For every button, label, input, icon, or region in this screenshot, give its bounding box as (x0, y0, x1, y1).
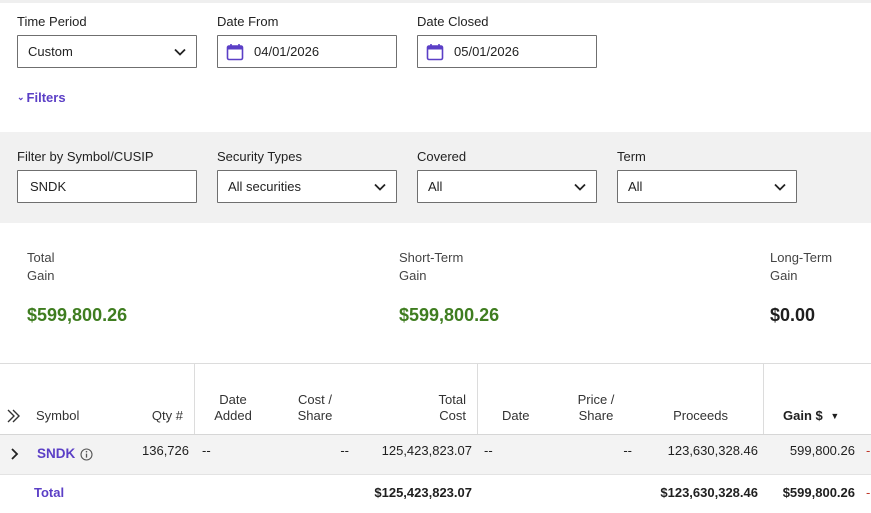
header-date[interactable]: Date (502, 408, 529, 424)
date-from-value: 04/01/2026 (254, 44, 320, 59)
chevron-down-icon (374, 183, 386, 191)
time-period-value: Custom (28, 44, 73, 59)
row-symbol-link[interactable]: SNDK (37, 446, 75, 461)
long-term-gain-value: $0.00 (770, 305, 816, 325)
date-closed-field[interactable]: 05/01/2026 (417, 35, 597, 68)
long-term-gain-label-line2: Gain (770, 268, 798, 283)
total-gain-label: Total Gain (27, 249, 54, 285)
total-gain-label-line1: Total (27, 250, 55, 265)
time-period-select[interactable]: Custom (17, 35, 197, 68)
date-closed-label: Date Closed (417, 14, 489, 29)
row-total-cost: 125,423,823.07 (381, 443, 472, 458)
date-from-label: Date From (217, 14, 279, 29)
header-total-cost-line1: Total (438, 392, 466, 407)
long-term-gain-label: Long-Term Gain (770, 249, 832, 285)
table-top-border (0, 363, 871, 364)
header-date-added[interactable]: Date Added (203, 392, 263, 424)
header-total-cost-line2: Cost (439, 408, 466, 423)
symbol-filter-value: SNDK (30, 179, 67, 194)
term-label: Term (617, 149, 646, 164)
total-row-total-cost: $125,423,823.07 (374, 485, 472, 500)
column-divider (763, 364, 764, 434)
header-cost-share-line1: Cost / (298, 392, 332, 407)
total-gain-label-line2: Gain (27, 268, 55, 283)
total-row-label: Total (34, 485, 65, 500)
header-date-added-line1: Date (219, 392, 247, 407)
header-price-share-line2: Share (578, 408, 614, 423)
long-term-gain-label-line1: Long-Term (770, 250, 833, 265)
header-qty[interactable]: Qty # (120, 408, 183, 424)
header-date-added-line2: Added (214, 408, 252, 423)
calendar-icon[interactable] (426, 43, 444, 61)
total-row-proceeds: $123,630,328.46 (660, 485, 758, 500)
row-date: -- (484, 443, 493, 458)
expand-all-icon[interactable] (6, 408, 22, 424)
total-row-gain: $599,800.26 (782, 485, 855, 500)
security-types-label: Security Types (217, 149, 303, 164)
filters-toggle[interactable]: ⌄ Filters (17, 90, 66, 105)
header-symbol[interactable]: Symbol (36, 408, 79, 424)
header-cost-share[interactable]: Cost / Share (285, 392, 345, 424)
info-icon[interactable] (80, 448, 93, 461)
date-from-field[interactable]: 04/01/2026 (217, 35, 397, 68)
column-divider (477, 364, 478, 434)
chevron-down-icon: ⌄ (17, 92, 25, 102)
row-price-share: -- (623, 443, 632, 458)
covered-value: All (428, 179, 443, 194)
header-price-share[interactable]: Price / Share (566, 392, 626, 424)
date-closed-value: 05/01/2026 (454, 44, 520, 59)
filters-toggle-label: Filters (26, 90, 66, 105)
symbol-filter-input[interactable]: SNDK (17, 170, 197, 203)
header-proceeds[interactable]: Proceeds (650, 408, 728, 424)
header-total-cost[interactable]: Total Cost (400, 392, 466, 424)
row-date-added: -- (202, 443, 211, 458)
calendar-icon[interactable] (226, 43, 244, 61)
covered-select[interactable]: All (417, 170, 597, 203)
chevron-down-icon (774, 183, 786, 191)
row-next-cell: - (866, 443, 871, 458)
header-cost-share-line2: Share (297, 408, 333, 423)
short-term-gain-label-line1: Short-Term (399, 250, 464, 265)
expand-row-icon[interactable] (9, 447, 21, 461)
total-row-next-cell: - (866, 485, 871, 500)
row-gain: 599,800.26 (789, 443, 855, 458)
short-term-gain-label: Short-Term Gain (399, 249, 463, 285)
row-proceeds: 123,630,328.46 (667, 443, 758, 458)
column-divider (194, 364, 195, 434)
covered-label: Covered (417, 149, 467, 164)
chevron-down-icon (574, 183, 586, 191)
header-gain-label: Gain $ (783, 408, 823, 423)
term-select[interactable]: All (617, 170, 797, 203)
row-cost-share: -- (340, 443, 349, 458)
security-types-select[interactable]: All securities (217, 170, 397, 203)
chevron-down-icon (174, 48, 186, 56)
header-gain[interactable]: Gain $ ▼ (783, 408, 839, 425)
short-term-gain-value: $599,800.26 (399, 305, 500, 325)
row-qty: 136,726 (142, 443, 189, 458)
total-gain-value: $599,800.26 (27, 305, 128, 325)
term-value: All (628, 179, 643, 194)
header-price-share-line1: Price / (577, 392, 615, 407)
time-period-label: Time Period (17, 14, 87, 29)
security-types-value: All securities (228, 179, 301, 194)
short-term-gain-label-line2: Gain (399, 268, 427, 283)
sort-descending-icon: ▼ (830, 411, 840, 421)
top-border (0, 0, 871, 3)
symbol-filter-label: Filter by Symbol/CUSIP (17, 149, 154, 164)
